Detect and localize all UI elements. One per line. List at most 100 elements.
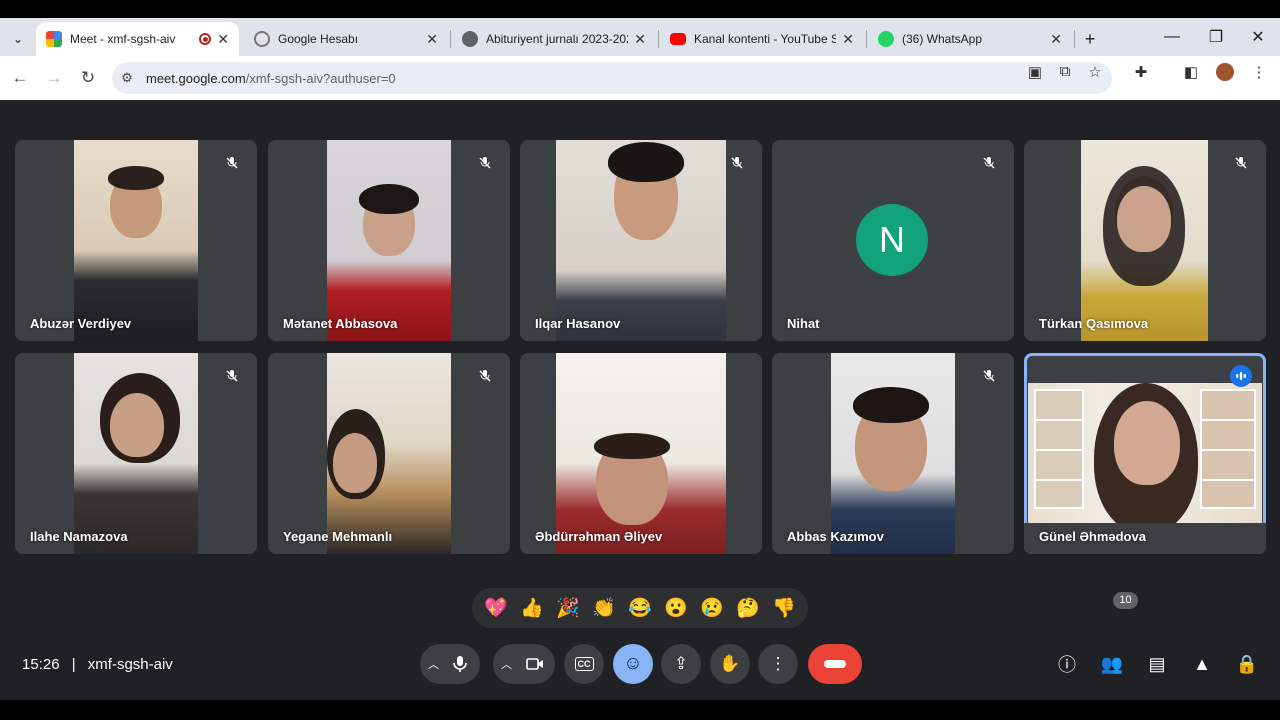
reaction-clapping[interactable]: 👏 <box>592 599 616 618</box>
camera-button[interactable] <box>515 644 555 684</box>
tab-whatsapp[interactable]: (36) WhatsApp ✕ <box>868 22 1072 56</box>
camera-icon[interactable]: ▣ <box>1024 63 1046 81</box>
bookmark-star-icon[interactable]: ☆ <box>1084 63 1106 81</box>
restore-icon[interactable]: ❐ <box>1194 18 1238 56</box>
participant-tile[interactable]: Əbdürrəhman Əliyev <box>520 353 762 554</box>
close-tab-icon[interactable]: ✕ <box>1050 31 1062 48</box>
present-icon: ⇪ <box>673 654 689 673</box>
tab-abituriyent[interactable]: Abituriyent jurnalı 2023-2024 ✕ <box>452 22 656 56</box>
participant-tile[interactable]: Abuzər Verdiyev <box>15 140 257 341</box>
participant-name: Nihat <box>787 316 820 331</box>
tab-title: (36) WhatsApp <box>902 32 983 46</box>
participant-count-badge: 10 <box>1113 592 1138 609</box>
google-icon <box>254 31 270 47</box>
tab-google-account[interactable]: Google Hesabı ✕ <box>244 22 448 56</box>
mic-button[interactable] <box>440 644 480 684</box>
participant-name: Günel Əhmədova <box>1039 529 1146 544</box>
minimize-icon[interactable]: — <box>1150 18 1194 56</box>
new-tab-button[interactable]: + <box>1078 22 1102 56</box>
reactions-button[interactable]: ☺ <box>613 644 653 684</box>
mic-off-icon <box>221 152 243 174</box>
reaction-surprised[interactable]: 😮 <box>664 599 688 618</box>
profile-avatar[interactable] <box>1214 63 1236 85</box>
meeting-info: 15:26 | xmf-sgsh-aiv <box>22 656 173 673</box>
side-panel-icon[interactable]: ◧ <box>1180 63 1202 81</box>
window-top-border <box>0 0 1280 18</box>
raise-hand-button[interactable]: ✋ <box>710 644 750 684</box>
address-url[interactable]: meet.google.com/xmf-sgsh-aiv?authuser=0 <box>146 71 396 86</box>
present-screen-button[interactable]: ⇪ <box>661 644 701 684</box>
participant-video <box>831 353 955 554</box>
participant-tile[interactable]: Abbas Kazımov <box>772 353 1014 554</box>
close-window-icon[interactable]: ✕ <box>1236 18 1280 56</box>
menu-icon[interactable]: ⋮ <box>1248 63 1270 81</box>
address-bar[interactable]: ⚙ meet.google.com/xmf-sgsh-aiv?authuser=… <box>112 62 1112 94</box>
close-tab-icon[interactable]: ✕ <box>217 31 229 48</box>
reaction-thumbs-up[interactable]: 👍 <box>520 599 544 618</box>
chevron-up-icon[interactable]: ︿ <box>428 656 439 672</box>
participant-name: Abbas Kazımov <box>787 529 884 544</box>
extensions-icon[interactable]: ✚ <box>1130 63 1152 81</box>
reload-icon[interactable]: ↻ <box>74 64 102 92</box>
participant-tile[interactable]: Ilahe Namazova <box>15 353 257 554</box>
reaction-thinking[interactable]: 🤔 <box>736 599 760 618</box>
close-tab-icon[interactable]: ✕ <box>426 31 438 48</box>
forward-icon[interactable]: → <box>40 64 68 92</box>
people-icon[interactable]: 👥 <box>1100 652 1124 676</box>
participant-tile[interactable]: Türkan Qasımova <box>1024 140 1266 341</box>
speaking-indicator-icon <box>1230 365 1252 387</box>
participant-video <box>556 353 726 554</box>
tab-title: Kanal kontenti - YouTube Studio <box>694 32 837 46</box>
tab-separator <box>658 30 659 48</box>
reaction-sparkling-heart[interactable]: 💖 <box>484 599 508 618</box>
site-info-icon[interactable]: ⚙ <box>112 70 142 86</box>
mic-off-icon <box>726 152 748 174</box>
hand-icon: ✋ <box>719 654 741 673</box>
meet-icon <box>46 31 62 47</box>
participant-name: Abuzər Verdiyev <box>30 316 132 331</box>
participant-video <box>74 353 198 554</box>
participant-name: Yegane Mehmanlı <box>283 529 393 544</box>
tab-meet[interactable]: Meet - xmf-sgsh-aiv ✕ <box>36 22 239 56</box>
camera-control-group: ︿ <box>493 644 555 684</box>
meeting-controls-bar: 15:26 | xmf-sgsh-aiv ︿ ︿ CC ☺ ⇪ ✋ ⋮ ⓘ 👥 … <box>0 640 1280 700</box>
participant-video <box>556 140 726 341</box>
meeting-details-icon[interactable]: ⓘ <box>1055 652 1079 676</box>
more-options-button[interactable]: ⋮ <box>758 644 798 684</box>
mic-off-icon <box>221 365 243 387</box>
participant-tile-speaking[interactable]: Günel Əhmədova <box>1024 353 1266 554</box>
chevron-up-icon[interactable]: ︿ <box>501 656 512 672</box>
participant-tile[interactable]: Ilqar Hasanov <box>520 140 762 341</box>
close-tab-icon[interactable]: ✕ <box>842 31 854 48</box>
call-end-icon <box>824 660 846 668</box>
participant-video <box>74 140 198 341</box>
host-controls-icon[interactable]: 🔒 <box>1235 652 1259 676</box>
close-tab-icon[interactable]: ✕ <box>634 31 646 48</box>
mic-off-icon <box>474 152 496 174</box>
reaction-laughing[interactable]: 😂 <box>628 599 652 618</box>
chat-icon[interactable]: ▤ <box>1145 652 1169 676</box>
participant-name: Ilahe Namazova <box>30 529 128 544</box>
meet-stage: Abuzər Verdiyev Mətanet Abbasova Ilqar H… <box>0 100 1280 700</box>
reaction-crying[interactable]: 😢 <box>700 599 724 618</box>
tab-title: Google Hesabı <box>278 32 359 46</box>
participant-tile[interactable]: N Nihat <box>772 140 1014 341</box>
reaction-thumbs-down[interactable]: 👎 <box>772 599 796 618</box>
tab-separator <box>1074 30 1075 48</box>
mic-off-icon <box>978 365 1000 387</box>
back-icon[interactable]: ← <box>6 64 34 92</box>
participant-tile[interactable]: Mətanet Abbasova <box>268 140 510 341</box>
tab-title: Abituriyent jurnalı 2023-2024 <box>486 32 629 46</box>
participant-video <box>1028 383 1262 533</box>
participant-video <box>327 140 451 341</box>
tab-separator <box>450 30 451 48</box>
open-in-new-icon[interactable]: ⧉ <box>1054 63 1076 80</box>
activities-icon[interactable]: ▲ <box>1190 652 1214 676</box>
leave-call-button[interactable] <box>808 644 862 684</box>
participant-tile[interactable]: Yegane Mehmanlı <box>268 353 510 554</box>
participant-name: Əbdürrəhman Əliyev <box>535 529 663 544</box>
tab-search-button[interactable]: ⌄ <box>6 22 30 56</box>
reaction-party-popper[interactable]: 🎉 <box>556 599 580 618</box>
tab-youtube-studio[interactable]: Kanal kontenti - YouTube Studio ✕ <box>660 22 864 56</box>
captions-button[interactable]: CC <box>564 644 604 684</box>
